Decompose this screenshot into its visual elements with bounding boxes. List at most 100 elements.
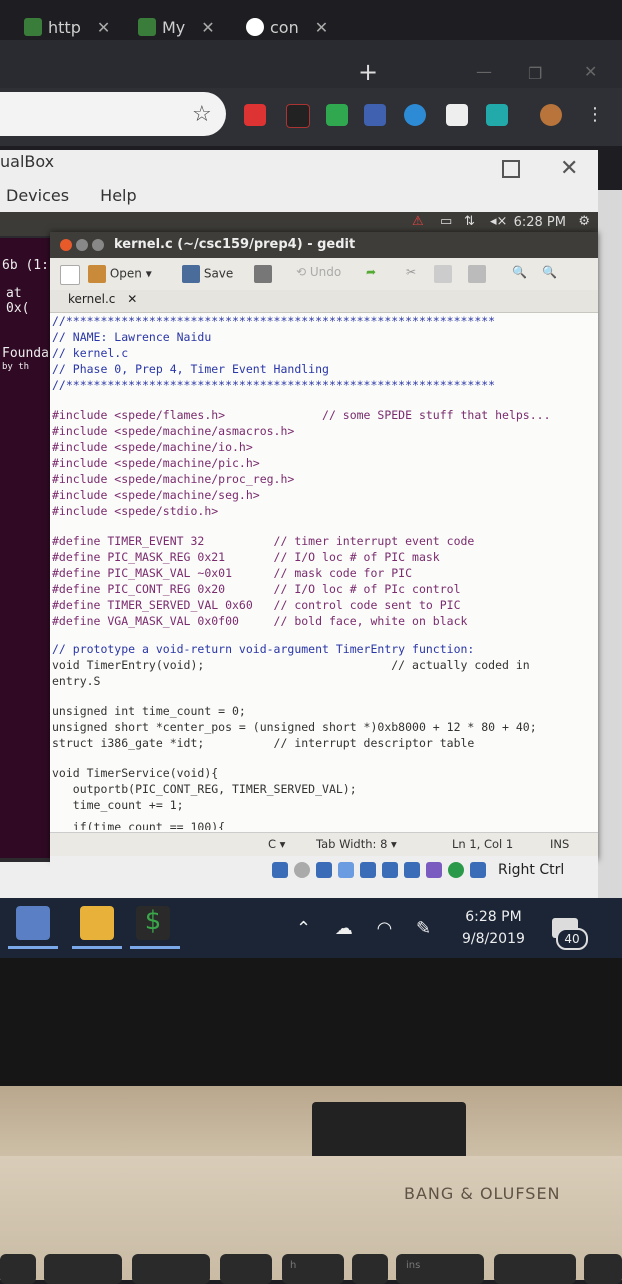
find-icon[interactable]: 🔍 xyxy=(512,265,527,279)
gedit-statusbar: C ▾ Tab Width: 8 ▾ Ln 1, Col 1 INS xyxy=(50,832,598,857)
chevron-up-icon[interactable]: ⌃ xyxy=(296,918,311,939)
dollar-app-icon[interactable]: $ xyxy=(136,906,170,940)
hinge-block xyxy=(312,1102,466,1160)
browser-tab-2[interactable]: My ✕ xyxy=(138,14,215,40)
code-line: #define PIC_MASK_VAL ~0x01 // mask code … xyxy=(52,566,413,580)
minimize-icon[interactable] xyxy=(76,239,88,251)
shared-folder-icon[interactable] xyxy=(382,862,398,878)
maximize-icon[interactable] xyxy=(92,239,104,251)
tab-label: http xyxy=(48,17,81,37)
terminal-window[interactable]: 6b (1: at 0x( Founda by th xyxy=(0,238,52,858)
cloud-icon[interactable]: ☁ xyxy=(335,918,353,939)
open-button[interactable]: Open ▾ xyxy=(88,265,152,283)
code-line: // NAME: Lawrence Naidu xyxy=(52,330,212,344)
code-line: #include <spede/machine/pic.h> xyxy=(52,456,260,470)
save-button[interactable]: Save xyxy=(182,265,233,283)
redo-icon[interactable]: ➦ xyxy=(366,265,376,279)
code-line: //**************************************… xyxy=(52,378,496,392)
menu-dots-icon[interactable]: ⋮ xyxy=(586,104,604,126)
menu-item-devices[interactable]: Devices xyxy=(6,186,69,205)
sticky-notes-app-icon[interactable] xyxy=(80,906,114,940)
notification-count: 40 xyxy=(556,928,588,950)
u-extension-icon[interactable] xyxy=(486,104,508,126)
language-selector[interactable]: C ▾ xyxy=(268,837,285,851)
close-icon[interactable]: ✕ xyxy=(97,18,110,37)
code-line: struct i386_gate *idt; // interrupt desc… xyxy=(52,736,475,750)
virtualbox-statusbar: Right Ctrl xyxy=(50,856,598,886)
cpu-icon[interactable] xyxy=(448,862,464,878)
recording-icon[interactable] xyxy=(426,862,442,878)
code-editor[interactable]: //**************************************… xyxy=(52,314,582,830)
google-favicon-icon xyxy=(246,18,264,36)
cut-icon[interactable]: ✂ xyxy=(406,265,416,279)
maximize-icon[interactable] xyxy=(502,160,520,178)
code-line: #define TIMER_SERVED_VAL 0x60 // control… xyxy=(52,598,461,612)
close-icon[interactable]: ✕ xyxy=(560,156,578,181)
close-icon[interactable] xyxy=(60,239,72,251)
active-indicator xyxy=(72,946,122,949)
optical-icon[interactable] xyxy=(294,862,310,878)
shield-extension-icon[interactable] xyxy=(326,104,348,126)
system-tray: ⌃ ☁ ◠ ✎ xyxy=(296,918,431,939)
guest-clock[interactable]: 6:28 PM xyxy=(514,215,566,230)
gedit-tab-bar: kernel.c ✕ xyxy=(50,290,598,313)
facebook-extension-icon[interactable] xyxy=(364,104,386,126)
code-line: // Phase 0, Prep 4, Timer Event Handling xyxy=(52,362,329,376)
virtualbox-app-icon[interactable] xyxy=(16,906,50,940)
bookmark-star-icon[interactable]: ☆ xyxy=(192,102,212,127)
terminal-line: by th xyxy=(2,362,30,372)
browser-tab-3[interactable]: con ✕ xyxy=(246,14,328,40)
replace-icon[interactable]: 🔍 xyxy=(542,265,557,279)
code-line: // kernel.c xyxy=(52,346,129,360)
battery-icon: ▭ xyxy=(440,214,453,229)
download-icon[interactable] xyxy=(470,862,486,878)
restore-icon[interactable]: ❐ xyxy=(528,64,542,83)
close-icon[interactable]: ✕ xyxy=(315,18,328,37)
close-icon[interactable]: ✕ xyxy=(201,18,214,37)
wifi-icon[interactable]: ◠ xyxy=(377,918,393,939)
code-line: //**************************************… xyxy=(52,314,496,328)
display-icon[interactable] xyxy=(404,862,420,878)
code-line: void TimerEntry(void); // actually coded… xyxy=(52,658,530,672)
code-line: #include <spede/stdio.h> xyxy=(52,504,219,518)
laptop-hinge xyxy=(0,1086,622,1156)
virtualbox-title: ualBox xyxy=(0,152,55,171)
h-extension-icon[interactable] xyxy=(286,104,310,128)
active-indicator xyxy=(8,946,58,949)
menu-item-help[interactable]: Help xyxy=(100,186,136,205)
code-line: #include <spede/machine/proc_reg.h> xyxy=(52,472,295,486)
volume-icon[interactable]: ◂× xyxy=(490,214,507,229)
gear-icon[interactable]: ⚙ xyxy=(578,214,590,229)
code-line: unsigned int time_count = 0; xyxy=(52,704,246,718)
avatar[interactable] xyxy=(540,104,562,126)
blue-extension-icon[interactable] xyxy=(404,104,426,126)
paste-icon[interactable] xyxy=(468,265,486,283)
undo-button[interactable]: ⟲ Undo xyxy=(296,265,341,279)
pdf-extension-icon[interactable] xyxy=(244,104,266,126)
disk-icon[interactable] xyxy=(272,862,288,878)
minimize-icon[interactable]: — xyxy=(476,62,492,81)
host-key-label: Right Ctrl xyxy=(498,862,565,878)
network-adapter-icon[interactable] xyxy=(338,862,354,878)
taskbar-clock[interactable]: 6:28 PM 9/8/2019 xyxy=(462,906,525,950)
warning-icon[interactable]: ⚠ xyxy=(412,214,424,229)
network-icon[interactable]: ⇅ xyxy=(464,214,475,229)
audio-icon[interactable] xyxy=(316,862,332,878)
new-tab-icon[interactable]: + xyxy=(358,58,378,86)
scrollbar[interactable] xyxy=(598,190,622,900)
code-line: outportb(PIC_CONT_REG, TIMER_SERVED_VAL)… xyxy=(52,782,357,796)
gedit-titlebar: kernel.c (~/csc159/prep4) - gedit xyxy=(50,232,598,258)
p-extension-icon[interactable] xyxy=(446,104,468,126)
dollar-favicon-icon xyxy=(24,18,42,36)
browser-tab-1[interactable]: http ✕ xyxy=(24,14,110,40)
new-document-icon[interactable] xyxy=(60,265,80,285)
taskbar-date: 9/8/2019 xyxy=(462,931,525,947)
usb-icon[interactable] xyxy=(360,862,376,878)
pen-icon[interactable]: ✎ xyxy=(416,918,431,939)
tab-kernel-c[interactable]: kernel.c ✕ xyxy=(68,292,137,306)
window-close-icon[interactable]: ✕ xyxy=(584,62,597,81)
print-icon[interactable] xyxy=(254,265,272,283)
copy-icon[interactable] xyxy=(434,265,452,283)
tab-width-selector[interactable]: Tab Width: 8 ▾ xyxy=(316,837,397,851)
dollar-favicon-icon xyxy=(138,18,156,36)
